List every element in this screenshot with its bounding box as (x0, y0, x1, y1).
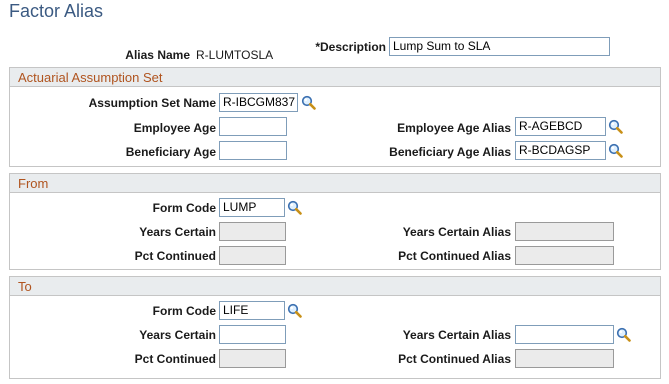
assumption-set-name-label: Assumption Set Name (88, 96, 216, 110)
actuarial-section-header: Actuarial Assumption Set (9, 67, 661, 87)
to-pct-continued-alias-label: Pct Continued Alias (398, 352, 511, 366)
to-pct-continued-field (219, 349, 286, 368)
from-years-certain-label: Years Certain (139, 225, 216, 239)
from-section-title: From (18, 176, 49, 191)
to-years-certain-alias-lookup-icon[interactable] (616, 327, 631, 342)
from-section-header: From (9, 173, 661, 193)
beneficiary-age-alias-lookup-icon[interactable] (608, 143, 623, 158)
from-form-code-lookup-icon[interactable] (287, 200, 302, 215)
from-years-certain-field (219, 222, 286, 241)
assumption-set-name-field[interactable]: R-IBCGM837 (219, 93, 298, 112)
beneficiary-age-alias-label: Beneficiary Age Alias (389, 145, 511, 159)
from-pct-continued-alias-field (515, 246, 614, 265)
alias-name-label: Alias Name (125, 48, 190, 62)
to-years-certain-alias-label: Years Certain Alias (402, 328, 511, 342)
from-years-certain-alias-field (515, 222, 614, 241)
to-years-certain-field[interactable] (219, 325, 286, 344)
to-form-code-lookup-icon[interactable] (287, 303, 302, 318)
from-pct-continued-field (219, 246, 286, 265)
employee-age-alias-label: Employee Age Alias (397, 121, 511, 135)
to-section-title: To (18, 279, 32, 294)
alias-name-value: R-LUMTOSLA (196, 48, 274, 62)
to-years-certain-alias-field[interactable] (515, 325, 614, 344)
from-form-code-field[interactable]: LUMP (219, 198, 285, 217)
beneficiary-age-alias-field[interactable]: R-BCDAGSP (515, 141, 606, 160)
page-title: Factor Alias (9, 1, 104, 21)
employee-age-alias-field[interactable]: R-AGEBCD (515, 117, 606, 136)
employee-age-alias-lookup-icon[interactable] (608, 119, 623, 134)
to-form-code-field[interactable]: LIFE (219, 301, 285, 320)
from-form-code-label: Form Code (152, 201, 216, 215)
beneficiary-age-field[interactable] (219, 141, 287, 160)
description-field[interactable]: Lump Sum to SLA (389, 37, 610, 56)
employee-age-label: Employee Age (133, 121, 216, 135)
to-pct-continued-alias-field (515, 349, 614, 368)
from-pct-continued-label: Pct Continued (134, 249, 216, 263)
to-years-certain-label: Years Certain (139, 328, 216, 342)
from-pct-continued-alias-label: Pct Continued Alias (398, 249, 511, 263)
actuarial-section-title: Actuarial Assumption Set (18, 70, 163, 85)
beneficiary-age-label: Beneficiary Age (125, 145, 216, 159)
to-section-header: To (9, 276, 661, 296)
employee-age-field[interactable] (219, 117, 287, 136)
to-form-code-label: Form Code (152, 304, 216, 318)
from-years-certain-alias-label: Years Certain Alias (402, 225, 511, 239)
assumption-set-lookup-icon[interactable] (301, 95, 316, 110)
description-label: *Description (315, 40, 386, 54)
to-pct-continued-label: Pct Continued (134, 352, 216, 366)
